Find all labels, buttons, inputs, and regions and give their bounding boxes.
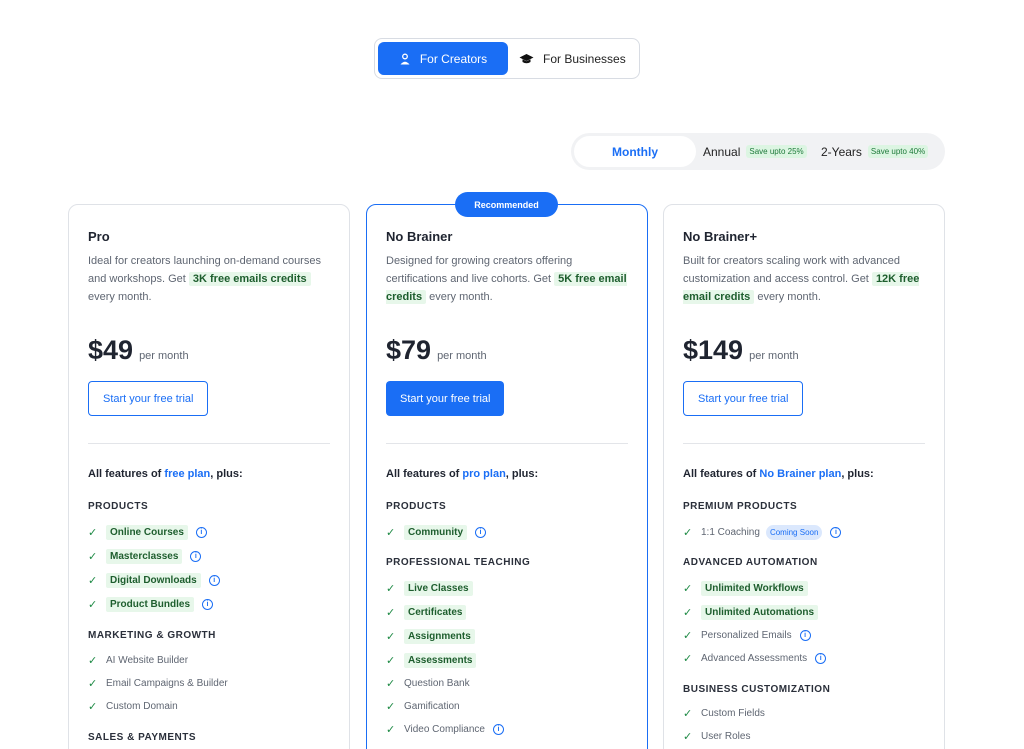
- section-title: MARKETING & GROWTH: [88, 630, 216, 641]
- info-icon[interactable]: i: [799, 630, 811, 641]
- info-icon[interactable]: i: [208, 575, 220, 586]
- feature-item: ✓ Masterclasses i: [88, 549, 202, 564]
- billing-period-toggle: Monthly Annual Save upto 25% 2-Years Sav…: [571, 133, 945, 170]
- billing-annual[interactable]: Annual Save upto 25%: [703, 136, 807, 167]
- section-title: PREMIUM PRODUCTS: [683, 501, 798, 512]
- plan-name: Pro: [88, 229, 110, 244]
- check-icon: ✓: [88, 575, 98, 587]
- feature-item: ✓ Personalized Emails i: [683, 629, 811, 642]
- plan-description: Built for creators scaling work with adv…: [683, 255, 920, 304]
- check-icon: ✓: [683, 731, 693, 743]
- feature-item: ✓ Email Campaigns & Builder: [88, 678, 228, 690]
- section-title: BUSINESS CUSTOMIZATION: [683, 684, 831, 695]
- billing-2-years[interactable]: 2-Years Save upto 40%: [821, 136, 929, 167]
- section-title: PRODUCTS: [386, 501, 447, 512]
- plan-price: $149 per month: [683, 335, 799, 365]
- plan-price: $79 per month: [386, 335, 487, 365]
- plan-description: Designed for growing creators offering c…: [386, 255, 627, 304]
- check-icon: ✓: [386, 607, 396, 619]
- plan-card-pro: Pro Ideal for creators launching on-dema…: [68, 204, 350, 749]
- section-title: PROFESSIONAL TEACHING: [386, 557, 531, 568]
- info-icon[interactable]: i: [202, 599, 214, 610]
- audience-toggle: For Creators For Businesses: [374, 38, 640, 79]
- check-icon: ✓: [88, 655, 98, 667]
- info-icon[interactable]: i: [830, 527, 842, 538]
- feature-item: ✓ Assessments: [386, 653, 477, 668]
- check-icon: ✓: [88, 599, 98, 611]
- feature-item: ✓ Video Compliance i: [386, 723, 504, 736]
- feature-item: ✓ Unlimited Workflows: [683, 581, 808, 596]
- start-free-trial-button[interactable]: Start your free trial: [88, 381, 209, 416]
- check-icon: ✓: [386, 701, 396, 713]
- check-icon: ✓: [683, 607, 693, 619]
- check-icon: ✓: [386, 631, 396, 643]
- divider: [386, 443, 628, 444]
- feature-item: ✓ Gamification: [386, 701, 460, 713]
- recommended-badge: Recommended: [455, 192, 558, 217]
- feature-item: ✓ 1:1 Coaching Coming Soon i: [683, 525, 842, 540]
- all-features-heading: All features of No Brainer plan, plus:: [683, 468, 874, 480]
- coming-soon-badge: Coming Soon: [765, 525, 823, 540]
- two-years-save-badge: Save upto 40%: [867, 145, 929, 158]
- feature-item: ✓ Question Bank: [386, 678, 470, 690]
- section-title: ADVANCED AUTOMATION: [683, 557, 818, 568]
- for-businesses-tab[interactable]: For Businesses: [515, 42, 635, 75]
- info-icon[interactable]: i: [475, 527, 486, 538]
- feature-item: ✓ Live Classes: [386, 581, 473, 596]
- billing-monthly[interactable]: Monthly: [574, 136, 696, 167]
- plan-description: Ideal for creators launching on-demand c…: [88, 255, 321, 303]
- plan-price: $49 per month: [88, 335, 189, 365]
- start-free-trial-button[interactable]: Start your free trial: [683, 381, 804, 416]
- check-icon: ✓: [386, 583, 396, 595]
- check-icon: ✓: [88, 551, 98, 563]
- info-icon[interactable]: i: [195, 527, 207, 538]
- divider: [88, 443, 330, 444]
- check-icon: ✓: [683, 527, 693, 539]
- feature-item: ✓ Digital Downloads i: [88, 573, 220, 588]
- feature-item: ✓ AI Website Builder: [88, 655, 189, 667]
- feature-item: ✓ Advanced Assessments i: [683, 652, 827, 665]
- feature-item: ✓ Certificates: [386, 605, 467, 620]
- check-icon: ✓: [386, 678, 396, 690]
- user-icon: [400, 53, 410, 64]
- feature-item: ✓ Community i: [386, 525, 486, 540]
- for-creators-tab[interactable]: For Creators: [378, 42, 508, 75]
- plan-name: No Brainer: [386, 229, 453, 244]
- divider: [683, 443, 925, 444]
- start-free-trial-button[interactable]: Start your free trial: [386, 381, 505, 416]
- info-icon[interactable]: i: [492, 724, 504, 735]
- check-icon: ✓: [683, 653, 693, 665]
- check-icon: ✓: [386, 655, 396, 667]
- pro-plan-link[interactable]: pro plan: [462, 468, 505, 480]
- feature-item: ✓ Custom Domain: [88, 701, 178, 713]
- check-icon: ✓: [683, 630, 693, 642]
- check-icon: ✓: [386, 527, 396, 539]
- feature-item: ✓ Assignments: [386, 629, 475, 644]
- info-icon[interactable]: i: [190, 551, 202, 562]
- graduation-cap-icon: [519, 53, 534, 63]
- feature-item: ✓ Online Courses i: [88, 525, 207, 540]
- annual-save-badge: Save upto 25%: [746, 145, 807, 158]
- plan-card-no-brainer: Recommended No Brainer Designed for grow…: [366, 192, 648, 749]
- check-icon: ✓: [683, 708, 693, 720]
- check-icon: ✓: [683, 583, 693, 595]
- check-icon: ✓: [88, 678, 98, 690]
- free-plan-link[interactable]: free plan: [164, 468, 210, 480]
- feature-item: ✓ Unlimited Automations: [683, 605, 819, 620]
- feature-item: ✓ Custom Fields: [683, 708, 765, 720]
- info-icon[interactable]: i: [815, 653, 827, 664]
- check-icon: ✓: [386, 724, 396, 736]
- feature-item: ✓ User Roles: [683, 731, 751, 743]
- all-features-heading: All features of pro plan, plus:: [386, 468, 539, 480]
- no-brainer-plan-link[interactable]: No Brainer plan: [759, 468, 841, 480]
- check-icon: ✓: [88, 701, 98, 713]
- all-features-heading: All features of free plan, plus:: [88, 468, 243, 480]
- plan-name: No Brainer+: [683, 229, 758, 244]
- section-title: SALES & PAYMENTS: [88, 732, 197, 743]
- section-title: PRODUCTS: [88, 501, 149, 512]
- plan-card-no-brainer-plus: No Brainer+ Built for creators scaling w…: [663, 204, 945, 749]
- check-icon: ✓: [88, 527, 98, 539]
- feature-item: ✓ Product Bundles i: [88, 597, 214, 612]
